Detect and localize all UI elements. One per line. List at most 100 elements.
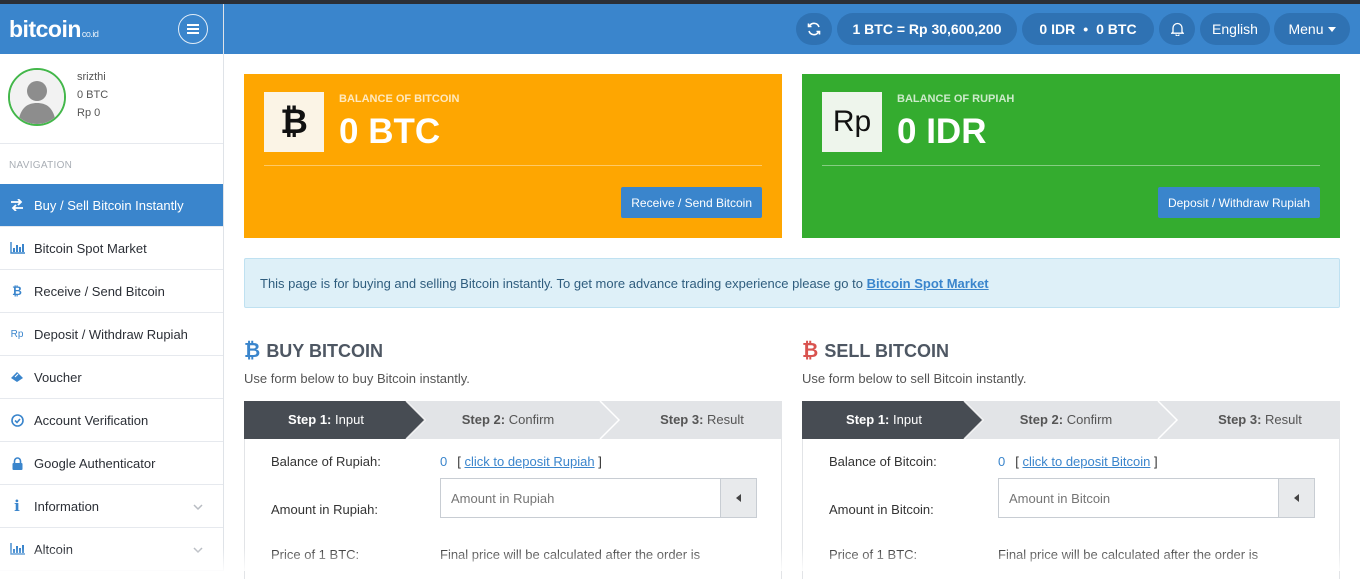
amount-toggle-button[interactable] [720, 479, 756, 517]
step-name: Result [707, 412, 744, 427]
deposit-withdraw-rupiah-button[interactable]: Deposit / Withdraw Rupiah [1157, 187, 1320, 218]
step-name: Confirm [508, 412, 555, 427]
check-circle-icon [9, 413, 25, 427]
amount-toggle-button[interactable] [1278, 479, 1314, 517]
bitcoin-icon: ₿ [264, 92, 324, 152]
btc-rate-display[interactable]: 1 BTC = Rp 30,600,200 [837, 13, 1017, 45]
amount-bitcoin-input[interactable] [999, 479, 1278, 517]
balance-rupiah-value: 0 [ click to deposit Rupiah ] [440, 454, 602, 469]
info-notice: This page is for buying and selling Bitc… [244, 258, 1340, 308]
deposit-bitcoin-link[interactable]: click to deposit Bitcoin [1022, 454, 1150, 469]
step-2[interactable]: Step 2: Confirm [425, 412, 591, 427]
user-silhouette-icon [10, 70, 64, 124]
sidebar-item-receive-send[interactable]: ₿ Receive / Send Bitcoin [0, 270, 223, 313]
notifications-button[interactable] [1159, 13, 1195, 45]
step-number: Step 1: [288, 412, 332, 427]
step-1-active[interactable]: Step 1: Input [244, 412, 408, 427]
separator-dot: • [1083, 21, 1089, 37]
btc-balance-value: 0 BTC [339, 112, 441, 151]
navigation-label: NAVIGATION [9, 160, 73, 171]
buy-title: ₿ BUY BITCOIN [244, 340, 782, 363]
step-3[interactable]: Step 3: Result [1177, 412, 1340, 427]
sidebar-item-label: Information [34, 498, 100, 514]
step-number: Step 1: [846, 412, 890, 427]
idr-balance-label: BALANCE OF RUPIAH [897, 93, 1015, 105]
wallet-summary[interactable]: 0 IDR • 0 BTC [1022, 13, 1154, 45]
btc-balance-label: BALANCE OF BITCOIN [339, 93, 460, 105]
user-profile: srizthi 0 BTC Rp 0 [0, 54, 223, 144]
chart-icon [9, 242, 25, 254]
menu-dropdown[interactable]: Menu [1274, 13, 1350, 45]
bracket-close: ] [1154, 454, 1158, 469]
balance-bitcoin-value: 0 [ click to deposit Bitcoin ] [998, 454, 1158, 469]
step-3[interactable]: Step 3: Result [619, 412, 782, 427]
step-name: Input [893, 412, 922, 427]
sell-form: Balance of Bitcoin: 0 [ click to deposit … [802, 439, 1340, 579]
step-number: Step 2: [461, 412, 506, 427]
profile-rp-balance: Rp 0 [77, 107, 101, 119]
profile-username: srizthi [77, 71, 106, 83]
deposit-rupiah-link[interactable]: click to deposit Rupiah [464, 454, 594, 469]
info-icon: i [14, 497, 20, 515]
buy-form: Balance of Rupiah: 0 [ click to deposit R… [244, 439, 782, 579]
profile-btc-balance: 0 BTC [77, 89, 109, 101]
step-name: Input [335, 412, 364, 427]
brand-name: bitcoin [9, 16, 81, 42]
sidebar-item-voucher[interactable]: Voucher [0, 356, 223, 399]
price-text: Final price will be calculated after the… [998, 547, 1259, 562]
avatar[interactable] [8, 68, 66, 126]
idr-balance-value: 0 IDR [897, 112, 987, 151]
brand-suffix: co.id [81, 29, 99, 39]
caret-left-icon [736, 494, 741, 502]
sidebar-item-label: Voucher [34, 369, 82, 385]
brand-logo[interactable]: bitcoinco.id [9, 16, 99, 43]
bracket-close: ] [598, 454, 602, 469]
amount-rupiah-input[interactable] [441, 479, 720, 517]
sidebar-item-buy-sell[interactable]: Buy / Sell Bitcoin Instantly [0, 184, 223, 227]
chart-icon [9, 543, 25, 555]
idr-balance-card: Rp BALANCE OF RUPIAH 0 IDR Deposit / Wit… [802, 74, 1340, 238]
brand-bar: bitcoinco.id [0, 4, 223, 54]
divider [264, 165, 762, 166]
step-number: Step 3: [660, 412, 704, 427]
sidebar-item-information[interactable]: i Information [0, 485, 223, 528]
step-number: Step 2: [1019, 412, 1064, 427]
language-selector[interactable]: English [1200, 13, 1270, 45]
sidebar-item-label: Bitcoin Spot Market [34, 240, 147, 256]
sidebar-item-label: Deposit / Withdraw Rupiah [34, 326, 188, 342]
spot-market-link[interactable]: Bitcoin Spot Market [867, 276, 989, 291]
caret-down-icon [1327, 26, 1336, 32]
step-1-active[interactable]: Step 1: Input [802, 412, 966, 427]
ticket-icon [9, 371, 25, 383]
balance-number: 0 [998, 454, 1006, 469]
amount-rupiah-input-group [440, 478, 757, 518]
rupiah-icon: Rp [822, 92, 882, 152]
caret-left-icon [1294, 494, 1299, 502]
refresh-button[interactable] [796, 13, 832, 45]
sell-title-text: SELL BITCOIN [824, 341, 949, 361]
step-name: Confirm [1066, 412, 1113, 427]
step-2[interactable]: Step 2: Confirm [983, 412, 1149, 427]
sell-title: ₿ SELL BITCOIN [802, 340, 1340, 363]
profile-info: srizthi 0 BTC Rp 0 [77, 68, 108, 122]
sidebar-item-account-verification[interactable]: Account Verification [0, 399, 223, 442]
rupiah-icon: Rp [10, 328, 24, 340]
sidebar-item-label: Account Verification [34, 412, 149, 428]
sidebar-item-spot-market[interactable]: Bitcoin Spot Market [0, 227, 223, 270]
exchange-icon [9, 199, 25, 211]
sidebar-item-deposit-withdraw[interactable]: Rp Deposit / Withdraw Rupiah [0, 313, 223, 356]
price-label: Price of 1 BTC: [829, 547, 918, 562]
sidebar-item-altcoin[interactable]: Altcoin [0, 528, 223, 571]
chevron-down-icon [193, 542, 203, 557]
sidebar-item-label: Google Authenticator [34, 455, 156, 471]
hamburger-icon [187, 24, 199, 34]
hamburger-menu-button[interactable] [178, 14, 208, 44]
receive-send-bitcoin-button[interactable]: Receive / Send Bitcoin [621, 187, 762, 218]
chevron-down-icon [193, 499, 203, 514]
sidebar-item-google-authenticator[interactable]: Google Authenticator [0, 442, 223, 485]
step-number: Step 3: [1218, 412, 1262, 427]
wallet-btc: 0 BTC [1096, 21, 1137, 37]
sell-steps: Step 1: Input Step 2: Confirm Step 3: Re… [802, 401, 1340, 439]
step-name: Result [1265, 412, 1302, 427]
refresh-icon [807, 22, 821, 36]
